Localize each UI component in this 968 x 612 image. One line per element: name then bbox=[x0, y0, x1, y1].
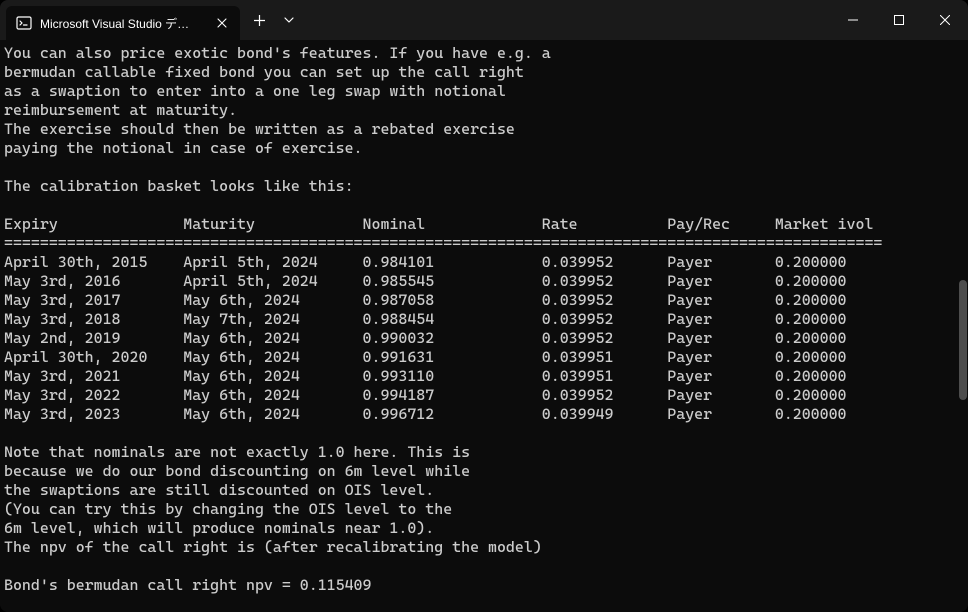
scrollbar-thumb[interactable] bbox=[959, 280, 967, 400]
terminal-icon bbox=[16, 15, 32, 31]
tab-title: Microsoft Visual Studio デバッ… bbox=[40, 15, 200, 32]
terminal-pane[interactable]: You can also price exotic bond's feature… bbox=[0, 40, 968, 612]
new-tab-button[interactable] bbox=[244, 5, 274, 35]
tab-close-button[interactable] bbox=[214, 15, 230, 31]
title-bar[interactable]: Microsoft Visual Studio デバッ… bbox=[0, 0, 968, 40]
terminal-output: You can also price exotic bond's feature… bbox=[0, 40, 968, 612]
close-button[interactable] bbox=[922, 0, 968, 40]
app-window: Microsoft Visual Studio デバッ… You can als… bbox=[0, 0, 968, 612]
maximize-button[interactable] bbox=[876, 0, 922, 40]
minimize-button[interactable] bbox=[830, 0, 876, 40]
tab-dropdown-button[interactable] bbox=[274, 5, 304, 35]
active-tab[interactable]: Microsoft Visual Studio デバッ… bbox=[6, 6, 240, 40]
scrollbar-track[interactable] bbox=[958, 40, 968, 612]
